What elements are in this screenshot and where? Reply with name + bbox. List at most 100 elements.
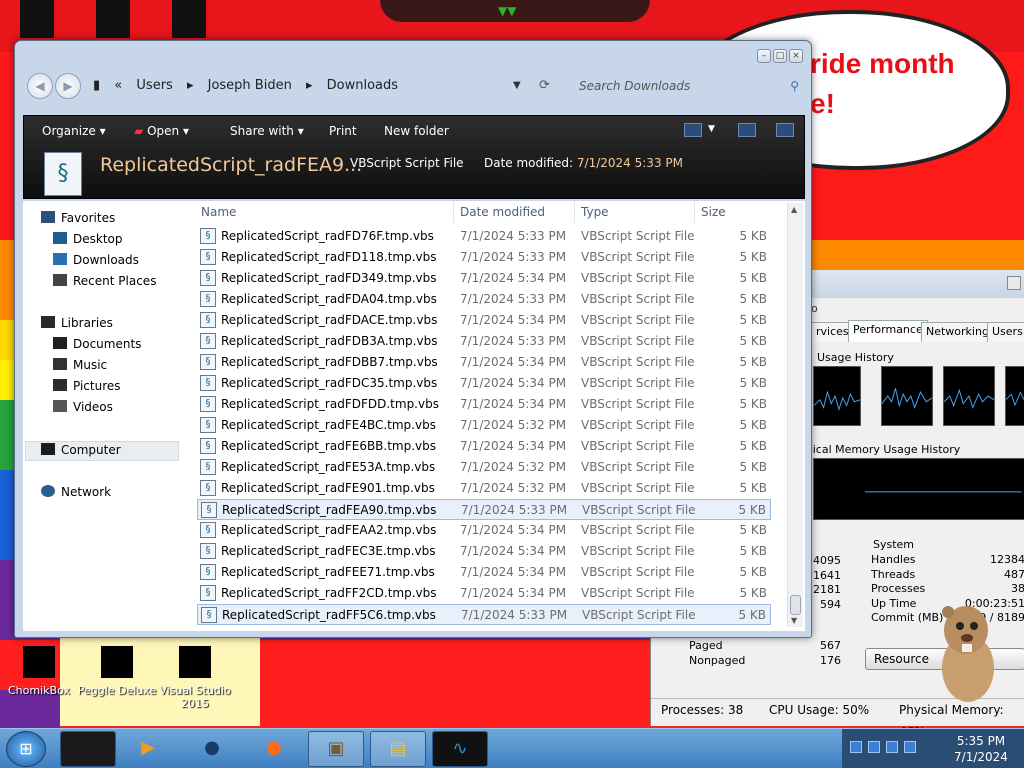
nav-libraries[interactable]: Libraries bbox=[41, 316, 113, 330]
breadcrumb-user[interactable]: Joseph Biden bbox=[208, 78, 292, 93]
desktop-icon-top-2[interactable] bbox=[96, 0, 130, 38]
file-type: VBScript Script File bbox=[581, 355, 695, 369]
scroll-down-icon[interactable]: ▼ bbox=[791, 616, 797, 625]
column-size[interactable]: Size bbox=[701, 201, 726, 223]
pictures-icon bbox=[53, 379, 67, 391]
table-row[interactable]: § ReplicatedScript_radFE4BC.tmp.vbs 7/1/20… bbox=[197, 415, 771, 436]
tab-performance[interactable]: Performance bbox=[848, 320, 928, 342]
scrollbar-thumb[interactable] bbox=[790, 595, 801, 615]
nav-music[interactable]: Music bbox=[53, 358, 107, 372]
table-row[interactable]: § ReplicatedScript_radFD76F.tmp.vbs 7/1/20… bbox=[197, 226, 771, 247]
share-with-menu[interactable]: Share with ▾ bbox=[230, 124, 304, 138]
table-row[interactable]: § ReplicatedScript_radFD349.tmp.vbs 7/1/20… bbox=[197, 268, 771, 289]
network-tray-icon[interactable] bbox=[868, 741, 880, 753]
organize-menu[interactable]: Organize ▾ bbox=[42, 124, 106, 138]
maximize-icon[interactable]: □ bbox=[773, 49, 787, 63]
breadcrumb-separator-icon[interactable]: ▸ bbox=[306, 78, 313, 93]
table-row[interactable]: § ReplicatedScript_radFEC3E.tmp.vbs 7/1/20… bbox=[197, 541, 771, 562]
refresh-icon[interactable]: ⟳ bbox=[539, 74, 550, 98]
vertical-scrollbar[interactable]: ▲ ▼ bbox=[787, 203, 803, 627]
print-button[interactable]: Print bbox=[329, 124, 357, 138]
kernel-memory-stats: Paged 567 Nonpaged 176 bbox=[689, 639, 841, 667]
table-row[interactable]: § ReplicatedScript_radFDB3A.tmp.vbs 7/1/20… bbox=[197, 331, 771, 352]
libraries-icon bbox=[41, 316, 55, 328]
desktop-icon-peggle[interactable]: Peggle Deluxe bbox=[72, 646, 162, 697]
media-player-icon[interactable]: ▶ bbox=[120, 731, 176, 767]
close-icon[interactable]: × bbox=[789, 49, 803, 63]
table-row[interactable]: § ReplicatedScript_radFE901.tmp.vbs 7/1/20… bbox=[197, 478, 771, 499]
tab-networking[interactable]: Networking bbox=[921, 322, 994, 342]
nav-pictures[interactable]: Pictures bbox=[53, 379, 121, 393]
table-row[interactable]: § ReplicatedScript_radFEE71.tmp.vbs 7/1/20… bbox=[197, 562, 771, 583]
flag-icon[interactable] bbox=[850, 741, 862, 753]
table-row[interactable]: § ReplicatedScript_radFDC35.tmp.vbs 7/1/20… bbox=[197, 373, 771, 394]
back-button[interactable]: ◀ bbox=[27, 73, 53, 99]
desktop-icon-top-3[interactable] bbox=[172, 0, 206, 38]
breadcrumb-users[interactable]: Users bbox=[136, 78, 172, 93]
file-name: ReplicatedScript_radFD349.tmp.vbs bbox=[221, 271, 437, 285]
table-row[interactable]: § ReplicatedScript_radFF5C6.tmp.vbs 7/1/20… bbox=[197, 604, 771, 625]
scroll-up-icon[interactable]: ▲ bbox=[791, 205, 797, 214]
column-type[interactable]: Type bbox=[581, 201, 609, 223]
table-row[interactable]: § ReplicatedScript_radFDBB7.tmp.vbs 7/1/20… bbox=[197, 352, 771, 373]
close-icon[interactable] bbox=[1007, 276, 1021, 290]
tab-users[interactable]: Users bbox=[987, 322, 1024, 342]
explorer-taskbar-icon[interactable]: ▤ bbox=[370, 731, 426, 767]
table-row[interactable]: § ReplicatedScript_radFDFDD.tmp.vbs 7/1/20… bbox=[197, 394, 771, 415]
desktop-icon-top-1[interactable] bbox=[20, 0, 54, 38]
file-type: VBScript Script File bbox=[581, 439, 695, 453]
nav-computer[interactable]: Computer bbox=[41, 443, 121, 457]
network-icon bbox=[41, 485, 55, 497]
volume-icon[interactable] bbox=[904, 741, 916, 753]
vbscript-file-icon: § bbox=[200, 522, 216, 538]
view-dropdown-icon[interactable]: ▼ bbox=[708, 124, 715, 134]
globe-icon[interactable]: ● bbox=[184, 731, 240, 767]
table-row[interactable]: § ReplicatedScript_radFE6BB.tmp.vbs 7/1/20… bbox=[197, 436, 771, 457]
forward-button[interactable]: ▶ bbox=[55, 73, 81, 99]
file-type: VBScript Script File bbox=[581, 565, 695, 579]
file-size: 5 KB bbox=[738, 503, 766, 517]
firefox-icon[interactable]: ● bbox=[246, 731, 302, 767]
new-folder-button[interactable]: New folder bbox=[384, 124, 449, 138]
minimize-icon[interactable]: – bbox=[757, 49, 771, 63]
status-cpu: CPU Usage: 50% bbox=[769, 703, 870, 717]
breadcrumb-separator-icon[interactable]: ▸ bbox=[187, 78, 194, 93]
chomikbox-taskbar-icon[interactable]: ▣ bbox=[308, 731, 364, 767]
nav-favorites[interactable]: Favorites bbox=[41, 211, 115, 225]
address-dropdown-icon[interactable]: ▼ bbox=[513, 74, 521, 98]
table-row[interactable]: § ReplicatedScript_radFE53A.tmp.vbs 7/1/20… bbox=[197, 457, 771, 478]
nav-videos[interactable]: Videos bbox=[53, 400, 113, 414]
table-row[interactable]: § ReplicatedScript_radFEA90.tmp.vbs 7/1/20… bbox=[197, 499, 771, 520]
breadcrumb-downloads[interactable]: Downloads bbox=[327, 78, 398, 93]
task-manager-taskbar-icon[interactable]: ∿ bbox=[432, 731, 488, 767]
table-row[interactable]: § ReplicatedScript_radFD118.tmp.vbs 7/1/20… bbox=[197, 247, 771, 268]
open-menu[interactable]: ▰ Open ▾ bbox=[134, 124, 189, 138]
nav-network[interactable]: Network bbox=[41, 485, 111, 499]
vbscript-file-icon: § bbox=[200, 396, 216, 412]
file-type: VBScript Script File bbox=[581, 313, 695, 327]
column-date-modified[interactable]: Date modified bbox=[460, 201, 545, 223]
clock[interactable]: 5:35 PM 7/1/2024 bbox=[946, 733, 1016, 765]
table-row[interactable]: § ReplicatedScript_radFDA04.tmp.vbs 7/1/20… bbox=[197, 289, 771, 310]
search-input[interactable]: Search Downloads ⚲ bbox=[565, 74, 803, 98]
nav-desktop[interactable]: Desktop bbox=[53, 232, 123, 246]
start-button[interactable]: ⊞ bbox=[6, 731, 46, 767]
desktop-icon-visual-studio[interactable]: Visual Studio 2015 bbox=[150, 646, 240, 710]
vbscript-file-icon: § bbox=[200, 270, 216, 286]
table-row[interactable]: § ReplicatedScript_radFDACE.tmp.vbs 7/1/20… bbox=[197, 310, 771, 331]
nav-recent-places[interactable]: Recent Places bbox=[53, 274, 156, 288]
breadcrumb[interactable]: ▮ « Users ▸ Joseph Biden ▸ Downloads bbox=[93, 74, 533, 98]
nav-downloads[interactable]: Downloads bbox=[53, 253, 139, 267]
view-options-icon[interactable] bbox=[684, 123, 702, 137]
help-icon[interactable] bbox=[776, 123, 794, 137]
monitor-tray-icon[interactable] bbox=[886, 741, 898, 753]
search-icon[interactable]: ⚲ bbox=[790, 74, 799, 98]
table-row[interactable]: § ReplicatedScript_radFF2CD.tmp.vbs 7/1/20… bbox=[197, 583, 771, 604]
table-row[interactable]: § ReplicatedScript_radFEAA2.tmp.vbs 7/1/20… bbox=[197, 520, 771, 541]
nav-documents[interactable]: Documents bbox=[53, 337, 141, 351]
taskbar-app-1[interactable] bbox=[60, 731, 116, 767]
column-name[interactable]: Name bbox=[201, 201, 236, 223]
taskbar: ⊞ ▶ ● ● ▣ ▤ ∿ 5:35 PM 7/1/2024 bbox=[0, 728, 1024, 768]
chevron-icon[interactable]: « bbox=[114, 78, 122, 93]
preview-pane-icon[interactable] bbox=[738, 123, 756, 137]
